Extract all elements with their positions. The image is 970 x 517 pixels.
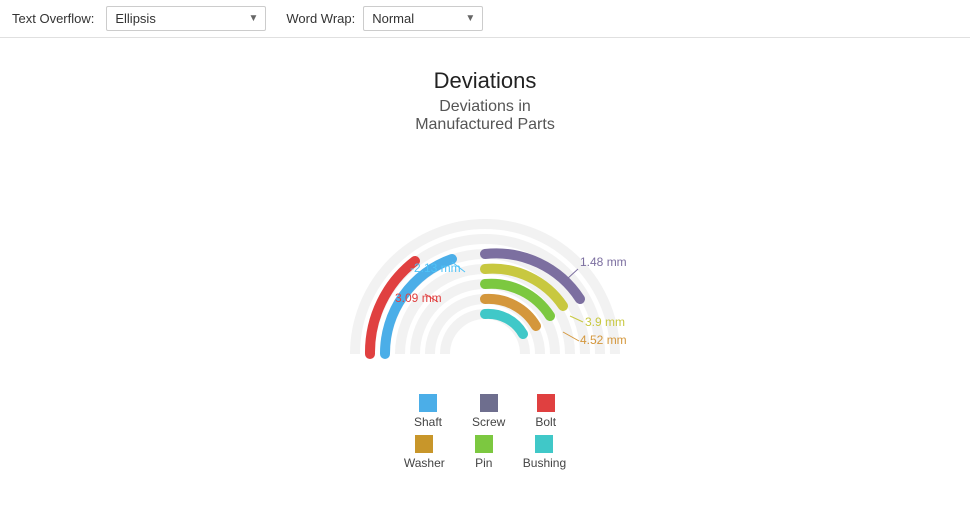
legend-item-shaft: Shaft xyxy=(414,394,442,429)
legend: Shaft Screw Bolt Washer Pin Bushing xyxy=(404,394,566,470)
bushing-color xyxy=(535,435,553,453)
bolt-label: Bolt xyxy=(535,415,556,429)
shaft-color xyxy=(419,394,437,412)
label-39: 3.9 mm xyxy=(585,315,625,329)
washer-color xyxy=(415,435,433,453)
chart-subtitle: Deviations inManufactured Parts xyxy=(415,98,555,134)
washer-label: Washer xyxy=(404,456,445,470)
chart-title: Deviations xyxy=(434,68,537,94)
shaft-label: Shaft xyxy=(414,415,442,429)
text-overflow-select[interactable]: Ellipsis Clip None xyxy=(106,6,266,31)
screw-label: Screw xyxy=(472,415,505,429)
text-overflow-label: Text Overflow: xyxy=(12,11,94,26)
label-309: 3.09 mm xyxy=(395,291,442,305)
pin-color xyxy=(475,435,493,453)
legend-item-bolt: Bolt xyxy=(535,394,556,429)
screw-color xyxy=(480,394,498,412)
legend-item-bushing: Bushing xyxy=(523,435,566,470)
word-wrap-group: Word Wrap: Normal Break Word None ▼ xyxy=(286,6,483,31)
word-wrap-select[interactable]: Normal Break Word None xyxy=(363,6,483,31)
pin-label: Pin xyxy=(475,456,492,470)
word-wrap-label: Word Wrap: xyxy=(286,11,355,26)
word-wrap-select-wrapper: Normal Break Word None ▼ xyxy=(363,6,483,31)
text-overflow-select-wrapper: Ellipsis Clip None ▼ xyxy=(106,6,266,31)
bolt-color xyxy=(537,394,555,412)
toolbar: Text Overflow: Ellipsis Clip None ▼ Word… xyxy=(0,0,970,38)
legend-row-1: Shaft Screw Bolt xyxy=(414,394,556,429)
bushing-label: Bushing xyxy=(523,456,566,470)
chart-container: Deviations Deviations inManufactured Par… xyxy=(0,38,970,470)
label-148: 1.48 mm xyxy=(580,255,627,269)
legend-row-2: Washer Pin Bushing xyxy=(404,435,566,470)
chart-area: -2.13 mm 3.09 mm 1.48 mm 3.9 mm 4.52 mm xyxy=(295,154,675,374)
legend-item-washer: Washer xyxy=(404,435,445,470)
label-452: 4.52 mm xyxy=(580,333,627,347)
legend-item-pin: Pin xyxy=(475,435,493,470)
legend-item-screw: Screw xyxy=(472,394,505,429)
